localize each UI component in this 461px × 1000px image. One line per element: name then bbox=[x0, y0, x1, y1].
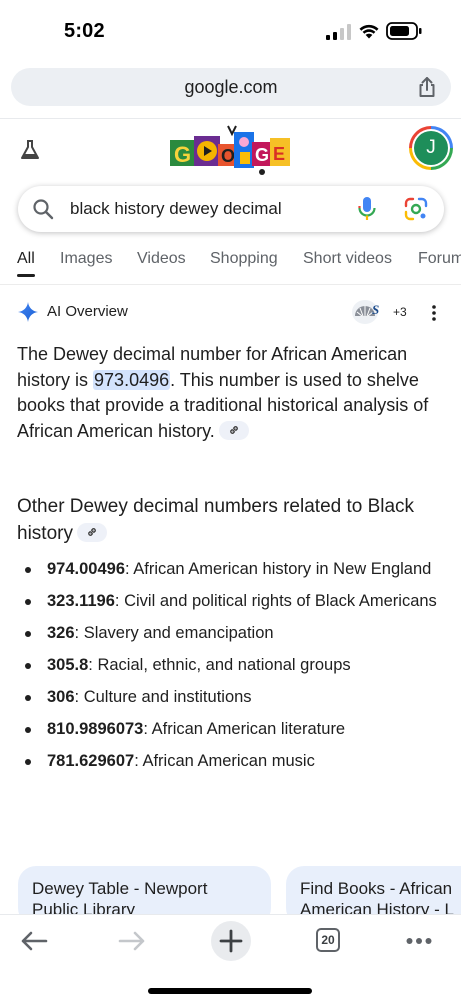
source-card-title-line1: Find Books - African bbox=[300, 879, 453, 898]
list-item: 974.00496: African American history in N… bbox=[17, 558, 437, 581]
link-icon bbox=[229, 425, 238, 434]
arrow-forward-icon[interactable] bbox=[118, 930, 146, 952]
home-indicator bbox=[148, 988, 312, 994]
new-tab-button[interactable] bbox=[211, 921, 251, 961]
ai-overview-title: AI Overview bbox=[47, 303, 128, 320]
cellular-signal-icon bbox=[326, 24, 351, 40]
status-time: 5:02 bbox=[64, 20, 105, 42]
bottom-toolbar: 20 bbox=[0, 914, 461, 1000]
google-doodle[interactable]: G O G E bbox=[168, 124, 292, 176]
status-bar: 5:02 bbox=[0, 0, 461, 62]
list-item: 306: Culture and institutions bbox=[17, 686, 437, 709]
tab-short-videos[interactable]: Short videos bbox=[303, 250, 392, 268]
account-avatar[interactable]: J bbox=[409, 126, 453, 170]
toolbar-divider bbox=[0, 118, 461, 119]
dewey-description: : Racial, ethnic, and national groups bbox=[88, 656, 351, 674]
highlighted-dewey-number[interactable]: 973.0496 bbox=[93, 369, 171, 390]
battery-icon bbox=[386, 22, 422, 40]
dewey-description: : Slavery and emancipation bbox=[74, 624, 274, 642]
list-item: 305.8: Racial, ethnic, and national grou… bbox=[17, 654, 437, 677]
url-text[interactable]: google.com bbox=[11, 77, 451, 98]
svg-text:G: G bbox=[255, 145, 269, 165]
address-bar[interactable]: google.com bbox=[11, 68, 451, 106]
tab-all[interactable]: All bbox=[17, 250, 35, 268]
plus-icon bbox=[219, 929, 243, 953]
svg-text:G: G bbox=[174, 142, 191, 167]
dewey-description: : African American literature bbox=[143, 720, 346, 738]
list-item: 323.1196: Civil and political rights of … bbox=[17, 590, 437, 613]
dewey-description: : Culture and institutions bbox=[74, 688, 252, 706]
dewey-number: 323.1196 bbox=[47, 592, 115, 610]
wifi-icon bbox=[359, 24, 379, 39]
microphone-icon[interactable] bbox=[356, 196, 378, 222]
svg-text:E: E bbox=[273, 144, 285, 164]
more-vert-icon[interactable] bbox=[428, 304, 440, 322]
tabs-divider bbox=[0, 284, 461, 285]
list-item: 810.9896073: African American literature bbox=[17, 718, 437, 741]
arrow-back-icon[interactable] bbox=[20, 930, 48, 952]
tab-videos[interactable]: Videos bbox=[137, 250, 186, 268]
search-query[interactable]: black history dewey decimal bbox=[70, 199, 282, 219]
list-item: 781.629607: African American music bbox=[17, 750, 437, 773]
search-tabs: All Images Videos Shopping Short videos … bbox=[0, 250, 461, 280]
dewey-number: 305.8 bbox=[47, 656, 89, 674]
dewey-description: : Civil and political rights of Black Am… bbox=[114, 592, 437, 610]
share-icon[interactable] bbox=[417, 76, 437, 98]
flask-icon[interactable] bbox=[18, 138, 42, 162]
citation-link-chip[interactable] bbox=[218, 420, 249, 440]
dewey-number: 781.629607 bbox=[47, 752, 135, 770]
source-count[interactable]: +3 bbox=[393, 305, 407, 319]
dewey-number: 974.00496 bbox=[47, 560, 125, 578]
dewey-number: 326 bbox=[47, 624, 75, 642]
more-horiz-icon[interactable] bbox=[406, 937, 432, 945]
avatar-initial: J bbox=[414, 131, 448, 165]
source-card-title-line1: Dewey Table - Newport bbox=[32, 879, 208, 898]
dewey-number: 810.9896073 bbox=[47, 720, 144, 738]
source-logo-secondary[interactable]: S bbox=[372, 302, 379, 318]
related-numbers-heading: Other Dewey decimal numbers related to B… bbox=[17, 493, 447, 547]
link-icon bbox=[88, 528, 96, 536]
tab-shopping[interactable]: Shopping bbox=[210, 250, 278, 268]
active-tab-indicator bbox=[17, 274, 35, 277]
citation-link-chip[interactable] bbox=[76, 523, 107, 542]
sparkle-icon bbox=[18, 302, 38, 322]
dewey-numbers-list: 974.00496: African American history in N… bbox=[17, 558, 437, 782]
list-item: 326: Slavery and emancipation bbox=[17, 622, 437, 645]
search-box[interactable]: black history dewey decimal bbox=[18, 186, 444, 232]
search-icon bbox=[33, 199, 54, 220]
dewey-description: : African American history in New Englan… bbox=[125, 560, 432, 578]
tab-images[interactable]: Images bbox=[60, 250, 112, 268]
svg-text:O: O bbox=[221, 146, 235, 166]
related-numbers-heading-text: Other Dewey decimal numbers related to B… bbox=[17, 496, 415, 544]
tab-forums[interactable]: Forums bbox=[418, 250, 461, 268]
tab-switcher-button[interactable]: 20 bbox=[316, 928, 340, 952]
dewey-number: 306 bbox=[47, 688, 75, 706]
ai-overview-summary: The Dewey decimal number for African Ame… bbox=[17, 342, 437, 444]
google-lens-icon[interactable] bbox=[404, 197, 428, 221]
dewey-description: : African American music bbox=[134, 752, 315, 770]
